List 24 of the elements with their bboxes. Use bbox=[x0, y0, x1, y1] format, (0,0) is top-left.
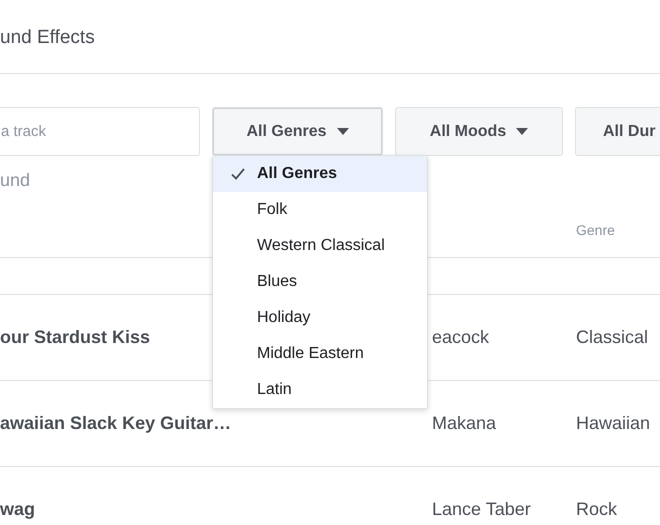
menu-item[interactable]: All Genres bbox=[213, 156, 427, 192]
track-artist: Lance Taber bbox=[432, 499, 531, 520]
check-icon bbox=[231, 168, 245, 180]
track-artist: eacock bbox=[432, 327, 490, 348]
menu-item[interactable]: Holiday bbox=[213, 300, 427, 336]
menu-item[interactable]: Latin bbox=[213, 372, 427, 408]
menu-item[interactable]: Blues bbox=[213, 264, 427, 300]
track-title: wag bbox=[0, 499, 36, 520]
filter-dropdown[interactable]: All Dur bbox=[575, 107, 660, 156]
track-genre: Rock bbox=[576, 499, 618, 520]
menu-item[interactable]: Middle Eastern bbox=[213, 336, 427, 372]
track-genre: Classical bbox=[576, 327, 648, 348]
result-count: und bbox=[0, 170, 30, 191]
track-genre: Hawaiian bbox=[576, 413, 650, 434]
search-field[interactable]: a track bbox=[0, 107, 200, 156]
page-title: und Effects bbox=[0, 0, 660, 74]
column-header: Genre bbox=[576, 222, 616, 240]
track-title: awaiian Slack Key Guitar… bbox=[0, 413, 232, 434]
filter-dropdown[interactable]: All Moods bbox=[395, 107, 563, 156]
track-title: our Stardust Kiss bbox=[0, 327, 150, 348]
filter-dropdown[interactable]: All Genres bbox=[212, 107, 383, 156]
menu-item[interactable]: Folk bbox=[213, 192, 427, 228]
menu-item[interactable]: Western Classical bbox=[213, 228, 427, 264]
track-artist: Makana bbox=[432, 413, 496, 434]
